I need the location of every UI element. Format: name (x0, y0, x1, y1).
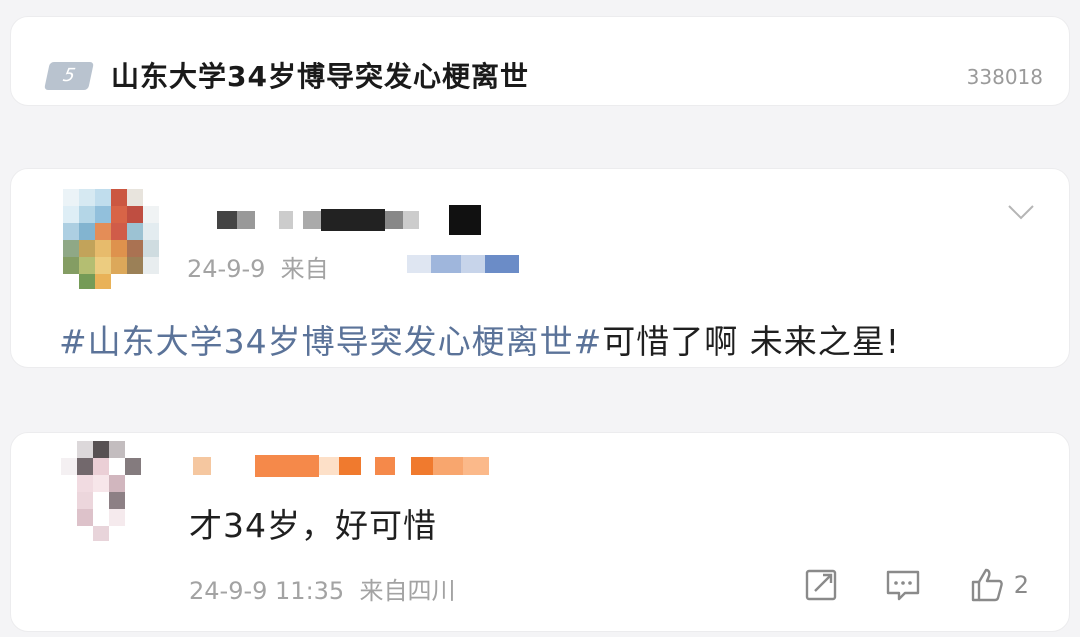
avatar-pixel (143, 206, 159, 223)
avatar-pixel (127, 257, 143, 274)
avatar-pixel (109, 509, 125, 526)
post-date: 24-9-9 来自 (187, 255, 329, 283)
avatar-pixel (95, 240, 111, 257)
avatar-pixel (63, 206, 79, 223)
avatar-pixel (77, 509, 93, 526)
avatar-pixel (111, 206, 127, 223)
comment-text: 才34岁，好可惜 (189, 506, 437, 545)
avatar-pixel (125, 441, 141, 458)
avatar-pixel (95, 274, 111, 289)
avatar-pixel (109, 492, 125, 509)
avatar-pixel (93, 492, 109, 509)
avatar-pixel (125, 475, 141, 492)
avatar-pixel (141, 509, 157, 526)
trending-count: 338018 (966, 65, 1043, 89)
username-redacted (217, 205, 481, 235)
avatar-pixel (61, 475, 77, 492)
avatar-pixel (125, 509, 141, 526)
trending-title[interactable]: 山东大学34岁博导突发心梗离世 (111, 55, 529, 95)
avatar-pixel (141, 441, 157, 458)
avatar-pixel (79, 189, 95, 206)
comment-icon[interactable] (883, 565, 923, 605)
avatar-pixel (93, 509, 109, 526)
avatar-pixel (63, 223, 79, 240)
avatar-pixel (93, 475, 109, 492)
avatar-pixel (95, 257, 111, 274)
avatar-pixel (109, 526, 125, 541)
avatar-pixel (77, 458, 93, 475)
share-icon[interactable] (801, 565, 841, 605)
avatar-pixel (127, 189, 143, 206)
post-card: 24-9-9 来自 #山东大学34岁博导突发心梗离世#可惜了啊 未来之星! (10, 168, 1070, 368)
avatar-pixel (111, 189, 127, 206)
avatar-pixel (127, 223, 143, 240)
avatar-pixel (95, 223, 111, 240)
like-count: 2 (1013, 571, 1029, 599)
avatar-pixel (79, 206, 95, 223)
avatar-pixel (63, 189, 79, 206)
avatar-pixel (125, 458, 141, 475)
avatar-pixel (111, 257, 127, 274)
avatar-pixel (143, 257, 159, 274)
avatar-pixel (127, 274, 143, 289)
rank-badge: 5 (44, 62, 94, 90)
commenter-name-redacted (193, 455, 489, 477)
avatar-pixel (61, 458, 77, 475)
post-text: #山东大学34岁博导突发心梗离世#可惜了啊 未来之星! (59, 322, 901, 361)
avatar-pixel (61, 509, 77, 526)
avatar[interactable] (63, 189, 159, 289)
avatar-pixel (93, 441, 109, 458)
avatar-pixel (63, 240, 79, 257)
avatar-pixel (61, 492, 77, 509)
avatar-pixel (63, 274, 79, 289)
avatar-pixel (141, 458, 157, 475)
avatar-pixel (61, 526, 77, 541)
avatar-pixel (63, 257, 79, 274)
trending-item[interactable]: 5 山东大学34岁博导突发心梗离世 338018 (10, 16, 1070, 106)
avatar-pixel (125, 526, 141, 541)
avatar-pixel (125, 492, 141, 509)
avatar-pixel (141, 475, 157, 492)
avatar-pixel (79, 257, 95, 274)
avatar-pixel (141, 492, 157, 509)
source-redacted (407, 255, 519, 273)
avatar-pixel (109, 458, 125, 475)
comment-meta: 24-9-9 11:35 来自四川 (189, 577, 456, 605)
comment-card: 才34岁，好可惜 24-9-9 11:35 来自四川 2 (10, 432, 1070, 632)
chevron-down-icon[interactable] (1007, 197, 1035, 225)
avatar-pixel (93, 526, 109, 541)
avatar-pixel (111, 240, 127, 257)
avatar-pixel (79, 274, 95, 289)
avatar-pixel (111, 274, 127, 289)
avatar-pixel (127, 240, 143, 257)
avatar-pixel (127, 206, 143, 223)
commenter-avatar[interactable] (61, 441, 157, 541)
avatar-pixel (111, 223, 127, 240)
avatar-pixel (143, 189, 159, 206)
avatar-pixel (77, 492, 93, 509)
avatar-pixel (61, 441, 77, 458)
hashtag-link[interactable]: #山东大学34岁博导突发心梗离世# (59, 322, 602, 361)
avatar-pixel (143, 223, 159, 240)
avatar-pixel (95, 206, 111, 223)
avatar-pixel (109, 475, 125, 492)
avatar-pixel (143, 274, 159, 289)
avatar-pixel (77, 526, 93, 541)
avatar-pixel (77, 475, 93, 492)
avatar-pixel (141, 526, 157, 541)
avatar-pixel (109, 441, 125, 458)
avatar-pixel (79, 223, 95, 240)
avatar-pixel (143, 240, 159, 257)
avatar-pixel (93, 458, 109, 475)
avatar-pixel (77, 441, 93, 458)
thumbs-up-icon[interactable] (967, 565, 1007, 605)
avatar-pixel (95, 189, 111, 206)
avatar-pixel (79, 240, 95, 257)
